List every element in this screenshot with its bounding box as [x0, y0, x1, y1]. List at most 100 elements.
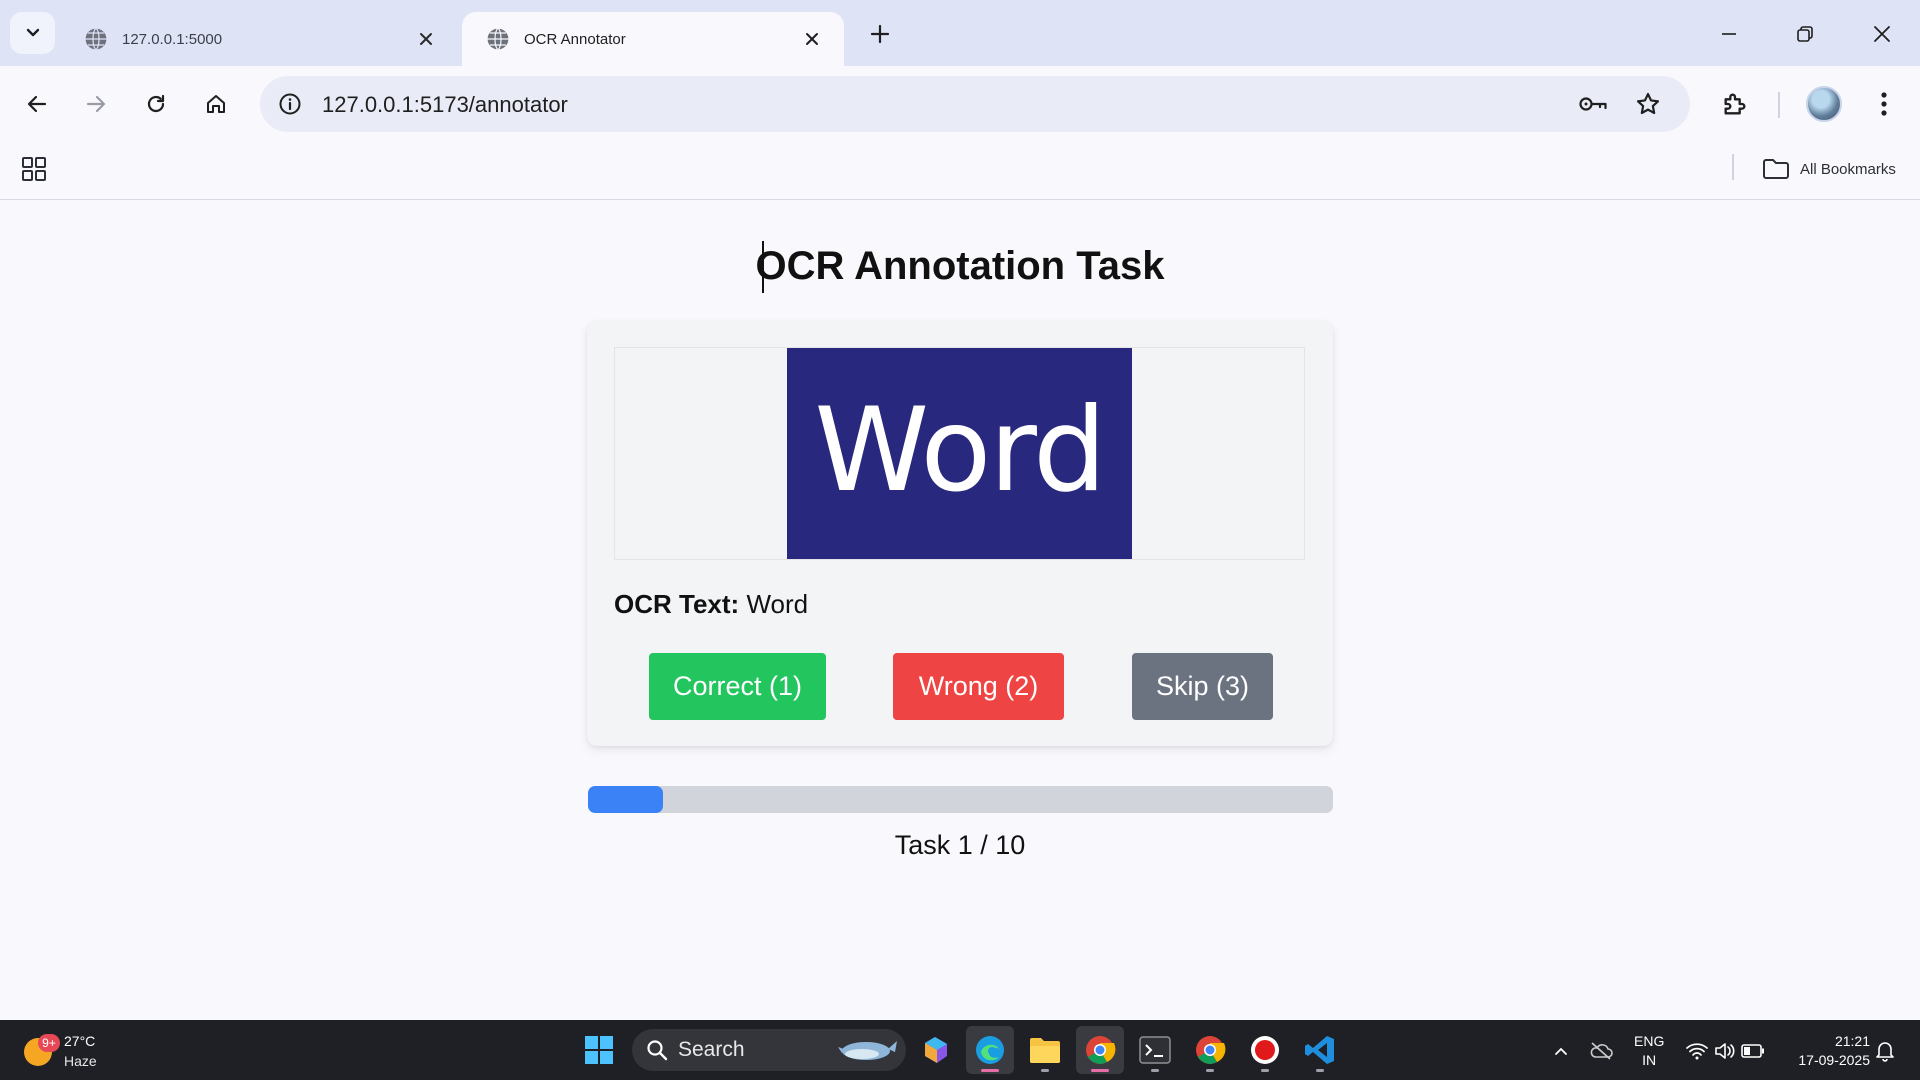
- address-bar[interactable]: 127.0.0.1:5173/annotator: [260, 76, 1690, 132]
- chrome-icon: [1086, 1036, 1116, 1064]
- grid-icon: [22, 157, 46, 181]
- menu-button[interactable]: [1864, 84, 1904, 124]
- home-icon: [207, 95, 225, 113]
- tab-localhost-5000[interactable]: 127.0.0.1:5000: [60, 12, 458, 66]
- chrome-icon: [1196, 1036, 1226, 1064]
- apps-button[interactable]: [18, 153, 50, 185]
- reload-button[interactable]: [136, 84, 176, 124]
- running-indicator: [1151, 1069, 1159, 1072]
- chrome-app[interactable]: [1076, 1026, 1124, 1074]
- all-bookmarks-button[interactable]: All Bookmarks: [1762, 153, 1896, 185]
- home-button[interactable]: [196, 84, 236, 124]
- terminal-app[interactable]: [1131, 1026, 1179, 1074]
- chrome-profile-app[interactable]: [1186, 1026, 1234, 1074]
- more-vertical-icon: [1881, 92, 1887, 116]
- vscode-app[interactable]: [1296, 1026, 1344, 1074]
- m365-copilot-app[interactable]: [912, 1026, 960, 1074]
- ocr-text-value: Word: [746, 589, 809, 619]
- password-manager-button[interactable]: [1578, 88, 1610, 120]
- close-icon: [1874, 26, 1890, 42]
- edge-app[interactable]: [966, 1026, 1014, 1074]
- m365-icon: [925, 1037, 947, 1063]
- weather-temperature: 27°C: [64, 1033, 96, 1049]
- onedrive-button[interactable]: [1588, 1038, 1614, 1064]
- arrow-right-icon: [86, 95, 106, 113]
- progress-bar: [588, 786, 1333, 813]
- star-icon: [1636, 92, 1660, 115]
- search-label: Search: [678, 1038, 745, 1061]
- taskbar-search[interactable]: Search: [632, 1029, 906, 1071]
- tab-ocr-annotator[interactable]: OCR Annotator: [462, 12, 844, 66]
- clock-date: 17-09-2025: [1798, 1052, 1870, 1068]
- key-icon: [1579, 97, 1607, 111]
- tab-strip: 127.0.0.1:5000 OCR Annotator: [0, 0, 1920, 66]
- minimize-icon: [1722, 33, 1736, 35]
- tab-title: OCR Annotator: [524, 30, 626, 48]
- annotation-card: Word OCR Text: Word Correct (1) Wrong (2…: [587, 321, 1333, 746]
- active-indicator: [1091, 1069, 1109, 1072]
- ocr-image-text: Word: [814, 383, 1106, 518]
- cloud-off-icon: [1590, 1042, 1613, 1060]
- annotator-page: OCR Annotation Task Word OCR Text: Word …: [0, 200, 1920, 1020]
- plus-icon: [870, 24, 890, 44]
- battery-icon: [1741, 1044, 1764, 1058]
- speaker-icon: [1715, 1043, 1735, 1059]
- ocr-image: Word: [787, 348, 1132, 559]
- weather-condition: Haze: [64, 1053, 97, 1069]
- weather-widget[interactable]: 9+ 27°C Haze: [20, 1028, 130, 1072]
- volume-button[interactable]: [1712, 1038, 1738, 1064]
- active-indicator: [981, 1069, 999, 1072]
- battery-button[interactable]: [1740, 1038, 1766, 1064]
- search-icon: [647, 1040, 668, 1061]
- wrong-button[interactable]: Wrong (2): [893, 653, 1064, 720]
- progress-fill: [588, 786, 663, 813]
- running-indicator: [1316, 1069, 1324, 1072]
- file-explorer-app[interactable]: [1021, 1026, 1069, 1074]
- ocr-text-label: OCR Text:: [614, 589, 740, 619]
- close-tab-button[interactable]: [798, 25, 826, 53]
- system-clock[interactable]: 21:21 17-09-2025: [1782, 1032, 1870, 1070]
- close-tab-button[interactable]: [412, 25, 440, 53]
- terminal-icon: [1139, 1036, 1171, 1064]
- task-counter: Task 1 / 10: [894, 830, 1026, 860]
- globe-icon: [84, 27, 108, 51]
- edge-icon: [976, 1036, 1004, 1064]
- globe-icon: [486, 27, 510, 51]
- close-icon: [420, 33, 432, 45]
- new-tab-button[interactable]: [862, 16, 898, 52]
- page-title: OCR Annotation Task: [755, 244, 1165, 288]
- bookmarks-bar: All Bookmarks: [0, 143, 1920, 200]
- bookmark-star-button[interactable]: [1632, 88, 1664, 120]
- show-hidden-icons-button[interactable]: [1548, 1038, 1574, 1064]
- close-icon: [806, 33, 818, 45]
- record-icon: [1251, 1036, 1279, 1064]
- restore-button[interactable]: [1783, 14, 1827, 54]
- skip-button[interactable]: Skip (3): [1132, 653, 1273, 720]
- windows-logo-icon: [585, 1036, 613, 1064]
- tab-search-button[interactable]: [10, 12, 55, 54]
- arrow-left-icon: [27, 95, 47, 113]
- notification-badge: 9+: [38, 1034, 60, 1052]
- notifications-button[interactable]: [1872, 1038, 1898, 1064]
- extensions-button[interactable]: [1715, 84, 1755, 124]
- text-caret: [762, 241, 764, 293]
- correct-button[interactable]: Correct (1): [649, 653, 826, 720]
- all-bookmarks-label: All Bookmarks: [1800, 160, 1896, 178]
- close-window-button[interactable]: [1860, 14, 1904, 54]
- folder-icon: [1030, 1038, 1060, 1063]
- site-info-button[interactable]: [274, 88, 306, 120]
- language-indicator[interactable]: ENG IN: [1634, 1032, 1664, 1070]
- vscode-icon: [1305, 1036, 1334, 1064]
- profile-avatar[interactable]: [1806, 86, 1842, 122]
- toolbar-divider: [1778, 92, 1780, 118]
- minimize-button[interactable]: [1707, 14, 1751, 54]
- bell-icon: [1876, 1042, 1894, 1062]
- screen-recorder-app[interactable]: [1241, 1026, 1289, 1074]
- wifi-button[interactable]: [1684, 1038, 1710, 1064]
- language-code: ENG: [1634, 1033, 1665, 1049]
- back-button[interactable]: [17, 84, 57, 124]
- forward-button[interactable]: [76, 84, 116, 124]
- start-button[interactable]: [575, 1026, 623, 1074]
- restore-icon: [1797, 26, 1813, 42]
- address-url[interactable]: 127.0.0.1:5173/annotator: [322, 92, 568, 118]
